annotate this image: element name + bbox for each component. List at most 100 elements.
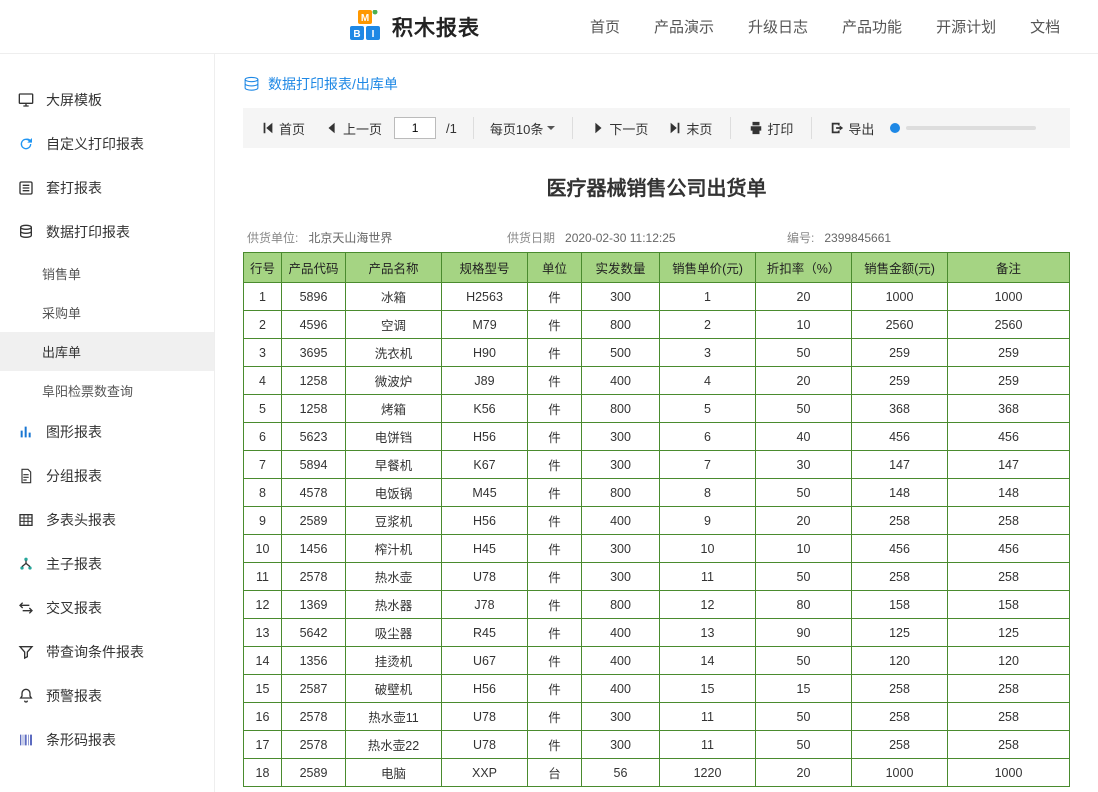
sidebar-item-4[interactable]: 图形报表 [0, 410, 214, 454]
cell: 12 [244, 591, 282, 619]
cell: 50 [756, 731, 852, 759]
cell: 259 [852, 367, 948, 395]
sidebar-item-7[interactable]: 主子报表 [0, 542, 214, 586]
table-row: 121369热水器J78件8001280158158 [244, 591, 1070, 619]
cell: 456 [852, 535, 948, 563]
svg-text:M: M [361, 13, 369, 24]
cell: 10 [660, 535, 756, 563]
sidebar-sub-3-0[interactable]: 销售单 [0, 254, 214, 293]
sidebar-item-6[interactable]: 多表头报表 [0, 498, 214, 542]
cell: 4 [660, 367, 756, 395]
cell: 300 [582, 451, 660, 479]
cell: 4 [244, 367, 282, 395]
cell: 147 [852, 451, 948, 479]
cell: 56 [582, 759, 660, 787]
cell: 18 [244, 759, 282, 787]
cell: 258 [852, 703, 948, 731]
prev-page-button[interactable]: 上一页 [317, 115, 390, 142]
cell: 件 [528, 367, 582, 395]
cell: J89 [442, 367, 528, 395]
data-table: 行号产品代码产品名称规格型号单位实发数量销售单价(元)折扣率（%）销售金额(元)… [243, 252, 1070, 787]
cell: 热水壶 [346, 563, 442, 591]
sidebar-item-5[interactable]: 分组报表 [0, 454, 214, 498]
table-row: 135642吸尘器R45件4001390125125 [244, 619, 1070, 647]
sidebar-sub-3-2[interactable]: 出库单 [0, 332, 214, 371]
cell: H56 [442, 507, 528, 535]
swap-icon [18, 600, 34, 616]
bell-icon [18, 688, 34, 704]
print-button[interactable]: 打印 [741, 115, 801, 142]
cell: 14 [244, 647, 282, 675]
sidebar-label: 条形码报表 [46, 730, 116, 750]
sidebar-item-2[interactable]: 套打报表 [0, 166, 214, 210]
cell: 20 [756, 367, 852, 395]
page-size-select[interactable]: 每页10条 [484, 116, 562, 141]
cell: 热水壶22 [346, 731, 442, 759]
cell: 9 [244, 507, 282, 535]
sidebar-item-9[interactable]: 带查询条件报表 [0, 630, 214, 674]
table-row: 15896冰箱H2563件30012010001000 [244, 283, 1070, 311]
sidebar-label: 套打报表 [46, 178, 102, 198]
cell: 件 [528, 703, 582, 731]
separator [730, 117, 731, 139]
cell: H45 [442, 535, 528, 563]
last-page-button[interactable]: 末页 [660, 115, 720, 142]
table-row: 41258微波炉J89件400420259259 [244, 367, 1070, 395]
sidebar-item-11[interactable]: 条形码报表 [0, 718, 214, 762]
supplier-value: 北京天山海世界 [308, 231, 392, 245]
sidebar-item-0[interactable]: 大屏模板 [0, 78, 214, 122]
nav-demo[interactable]: 产品演示 [654, 16, 714, 37]
table-row: 33695洗衣机H90件500350259259 [244, 339, 1070, 367]
cell: 5894 [282, 451, 346, 479]
cell: 258 [948, 703, 1070, 731]
cell: 13 [244, 619, 282, 647]
export-button[interactable]: 导出 [822, 115, 882, 142]
sidebar-item-10[interactable]: 预警报表 [0, 674, 214, 718]
cell: 456 [852, 423, 948, 451]
sidebar-sub-3-1[interactable]: 采购单 [0, 293, 214, 332]
col-header-6: 销售单价(元) [660, 253, 756, 283]
cell: 800 [582, 311, 660, 339]
cell: 147 [948, 451, 1070, 479]
sidebar-item-8[interactable]: 交叉报表 [0, 586, 214, 630]
zoom-slider[interactable] [890, 123, 1036, 133]
cell: 500 [582, 339, 660, 367]
page-size-label: 每页10条 [490, 119, 543, 138]
cell: 2560 [948, 311, 1070, 339]
sidebar-label: 带查询条件报表 [46, 642, 144, 662]
cell: 1456 [282, 535, 346, 563]
report-body: 医疗器械销售公司出货单 供货单位:北京天山海世界 供货日期2020-02-30 … [243, 148, 1070, 792]
sidebar-item-1[interactable]: 自定义打印报表 [0, 122, 214, 166]
cell: 400 [582, 507, 660, 535]
report-title: 医疗器械销售公司出货单 [243, 172, 1070, 201]
cell: 120 [948, 647, 1070, 675]
cell: 1369 [282, 591, 346, 619]
export-label: 导出 [848, 119, 874, 138]
sidebar-sub-3-3[interactable]: 阜阳检票数查询 [0, 371, 214, 410]
cell: 件 [528, 311, 582, 339]
cell: 12 [660, 591, 756, 619]
cell: 1258 [282, 395, 346, 423]
cell: 件 [528, 731, 582, 759]
sidebar-item-3[interactable]: 数据打印报表 [0, 210, 214, 254]
cell: 冰箱 [346, 283, 442, 311]
cell: K67 [442, 451, 528, 479]
cell: 50 [756, 563, 852, 591]
nav-features[interactable]: 产品功能 [842, 16, 902, 37]
breadcrumb: 数据打印报表/出库单 [243, 74, 1070, 94]
nav-docs[interactable]: 文档 [1030, 16, 1060, 37]
cell: 8 [244, 479, 282, 507]
table-row: 51258烤箱K56件800550368368 [244, 395, 1070, 423]
nav-opensource[interactable]: 开源计划 [936, 16, 996, 37]
cell: 300 [582, 703, 660, 731]
next-page-button[interactable]: 下一页 [583, 115, 656, 142]
slider-handle[interactable] [890, 123, 900, 133]
cell: 50 [756, 339, 852, 367]
breadcrumb-text: 数据打印报表/出库单 [268, 74, 398, 94]
nav-home[interactable]: 首页 [590, 16, 620, 37]
cell: 挂烫机 [346, 647, 442, 675]
cell: M45 [442, 479, 528, 507]
page-input[interactable] [394, 117, 436, 139]
nav-changelog[interactable]: 升级日志 [748, 16, 808, 37]
first-page-button[interactable]: 首页 [253, 115, 313, 142]
